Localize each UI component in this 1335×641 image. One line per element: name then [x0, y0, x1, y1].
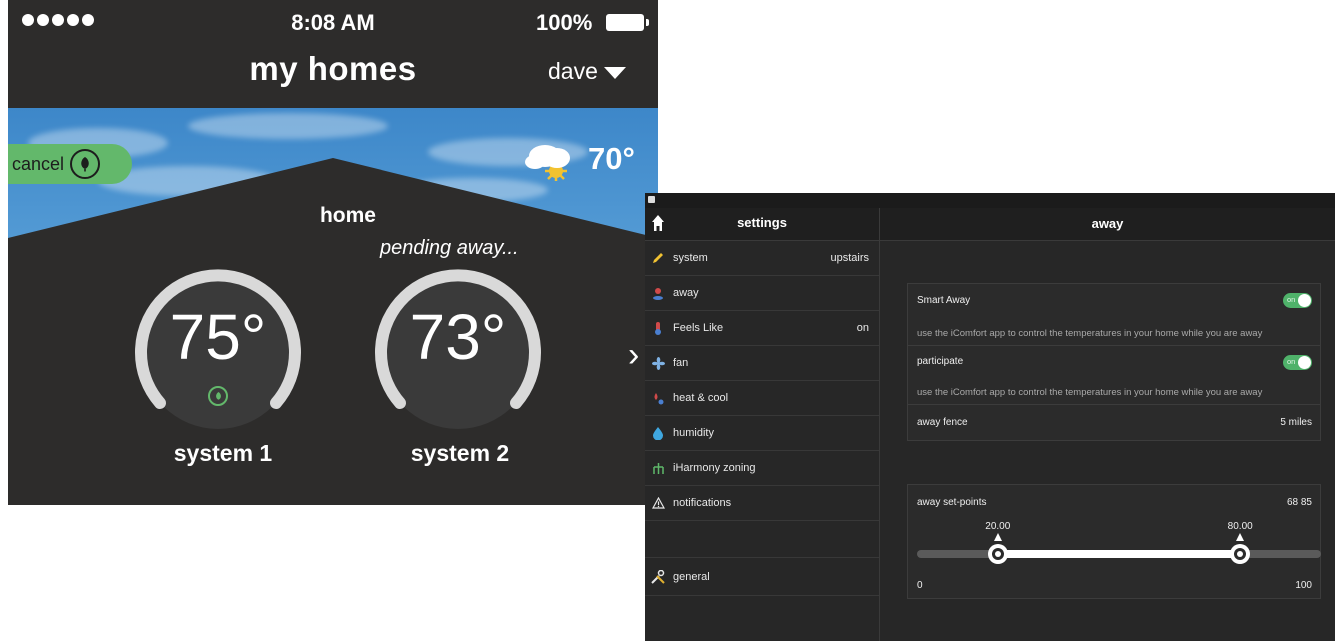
system-1-temperature: 75°	[169, 301, 267, 373]
sidebar-item-iharmony-zoning[interactable]: iHarmony zoning	[645, 451, 879, 486]
sidebar-item-label: iHarmony zoning	[673, 462, 756, 474]
away-fence-label: away fence	[917, 417, 968, 428]
sidebar-item-notifications[interactable]: notifications	[645, 486, 879, 521]
fan-icon	[649, 356, 667, 370]
partly-sunny-icon	[523, 138, 579, 182]
smart-away-card: Smart Away on use the iComfort app to co…	[907, 283, 1321, 441]
user-name: dave	[548, 58, 598, 84]
system-1-label: system 1	[173, 440, 273, 466]
slider-fill	[997, 550, 1241, 558]
sidebar-item-label: humidity	[673, 427, 714, 439]
slider-handle-low[interactable]	[987, 533, 1009, 571]
window-icon	[648, 196, 655, 203]
sidebar-spacer	[645, 521, 879, 558]
sidebar-item-value: upstairs	[830, 252, 869, 264]
setpoints-label: away set-points	[917, 497, 987, 508]
main-header: away	[880, 208, 1335, 241]
description-text: use the iComfort app to control the temp…	[917, 328, 1263, 339]
setpoints-summary: 68 85	[1286, 497, 1312, 508]
setpoint-low-value: 20.00	[985, 521, 1011, 532]
system-1-dial[interactable]: 75°	[128, 262, 308, 442]
sidebar-item-label: general	[673, 570, 710, 583]
droplet-icon	[649, 426, 667, 440]
sidebar-item-label: fan	[673, 357, 689, 369]
sidebar-item-label: away	[673, 287, 699, 299]
thermometer-icon	[649, 321, 667, 335]
warning-icon	[649, 497, 667, 509]
status-bar: 8:08 AM 100%	[8, 0, 658, 44]
slider-min-label: 0	[917, 580, 923, 591]
smart-away-toggle[interactable]: on	[1283, 293, 1312, 308]
sidebar-item-humidity[interactable]: humidity	[645, 416, 879, 451]
sidebar-header: settings	[645, 208, 879, 241]
leaf-icon	[70, 149, 101, 179]
sidebar-item-away[interactable]: away	[645, 276, 879, 311]
slider-max-label: 100	[1295, 580, 1312, 591]
toggle-state: on	[1287, 295, 1296, 304]
setpoint-high-value: 80.00	[1227, 521, 1253, 532]
description-text: use the iComfort app to control the temp…	[917, 387, 1263, 398]
away-setpoints-card: away set-points 68 85 20.00 80.00 0 100	[907, 484, 1321, 599]
sidebar-item-feels-like[interactable]: Feels Like on	[645, 311, 879, 346]
slider-handle-high[interactable]	[1229, 533, 1251, 571]
my-homes-screen: 8:08 AM 100% my homes dave cancel 70° ho…	[8, 0, 658, 505]
sidebar-item-system[interactable]: system upstairs	[645, 241, 879, 276]
system-2-label: system 2	[410, 440, 510, 466]
sidebar-item-label: heat & cool	[673, 392, 729, 404]
settings-sidebar: settings system upstairs away Feels Like…	[645, 208, 880, 641]
pencil-icon	[649, 252, 667, 264]
sidebar-item-label: system	[673, 252, 708, 264]
sidebar-title: settings	[737, 215, 787, 230]
away-fence-value: 5 miles	[1280, 417, 1312, 428]
battery-icon	[606, 14, 649, 31]
sidebar-item-label: Feels Like	[673, 322, 724, 334]
chevron-down-icon	[603, 66, 626, 79]
setpoint-range-slider[interactable]	[917, 533, 1321, 564]
zoning-icon	[649, 462, 667, 475]
smart-away-label: Smart Away	[917, 295, 971, 306]
home-name: home	[319, 204, 376, 227]
system-2-temperature: 73°	[409, 301, 507, 373]
user-menu[interactable]: dave	[548, 58, 626, 85]
heat-cool-icon	[649, 392, 667, 405]
sidebar-item-value: on	[856, 322, 869, 334]
cancel-away-button[interactable]: cancel	[8, 144, 132, 184]
window-titlebar	[645, 193, 1335, 208]
person-pin-icon	[649, 287, 667, 300]
toggle-state: on	[1287, 357, 1296, 366]
settings-window: settings system upstairs away Feels Like…	[645, 193, 1335, 641]
page-title: away	[1091, 216, 1124, 231]
battery-percentage: 100%	[536, 10, 593, 35]
participate-toggle[interactable]: on	[1283, 355, 1312, 370]
sidebar-item-label: notifications	[673, 497, 732, 509]
participate-label: participate	[917, 356, 964, 367]
sidebar-item-heat-cool[interactable]: heat & cool	[645, 381, 879, 416]
sidebar-item-general[interactable]: general	[645, 558, 879, 596]
tools-icon	[649, 569, 667, 584]
sidebar-item-fan[interactable]: fan	[645, 346, 879, 381]
system-2-dial[interactable]: 73°	[368, 262, 548, 442]
cancel-label: cancel	[12, 153, 65, 174]
chevron-right-icon[interactable]: ›	[628, 336, 639, 375]
home-status: pending away...	[380, 237, 519, 259]
outdoor-temperature: 70°	[588, 141, 635, 176]
leaf-icon	[208, 386, 228, 406]
